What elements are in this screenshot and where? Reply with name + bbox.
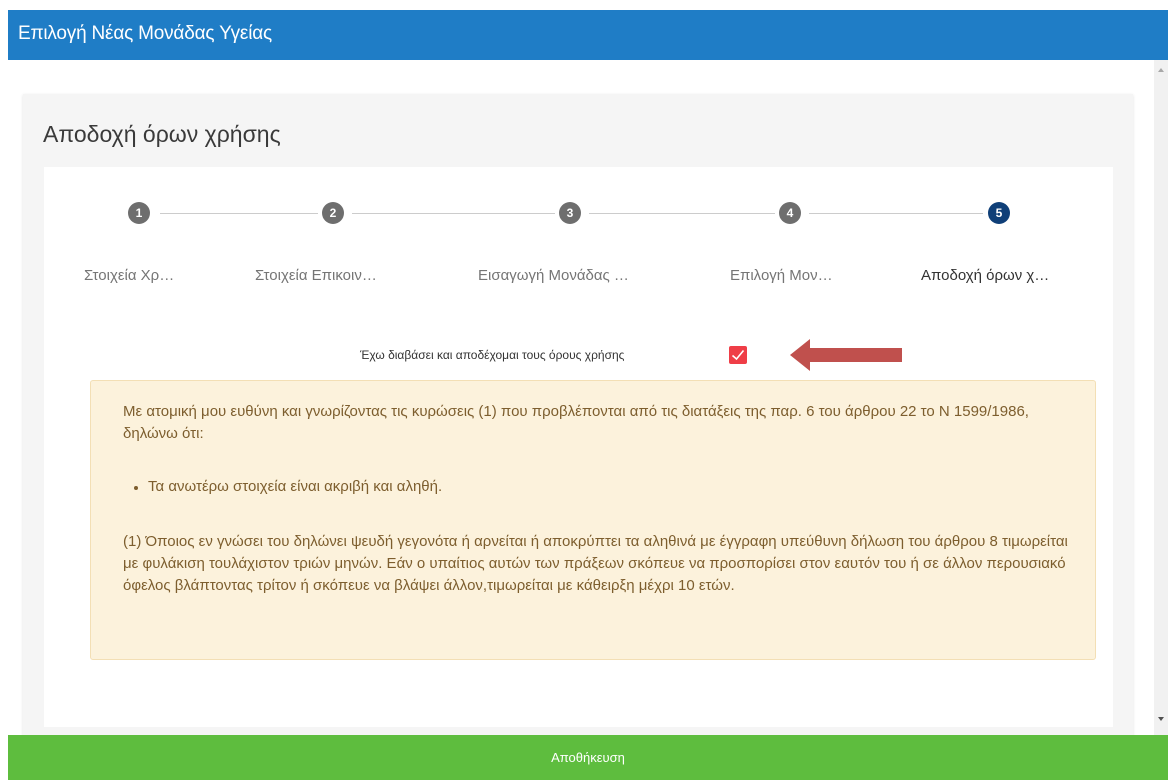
dialog-body: Αποδοχή όρων χρήσης 1 2 3 4 5 Στοιχεία Χ…	[8, 60, 1168, 735]
scroll-down-icon[interactable]	[1158, 717, 1164, 721]
step-4-indicator[interactable]: 4	[779, 202, 801, 224]
vertical-scrollbar[interactable]	[1154, 60, 1168, 735]
step-connector	[352, 213, 555, 214]
card-title: Αποδοχή όρων χρήσης	[43, 121, 281, 147]
step-5-indicator[interactable]: 5	[988, 202, 1010, 224]
checkmark-icon	[731, 349, 745, 361]
accept-terms-label: Έχω διαβάσει και αποδέχομαι τους όρους χ…	[360, 348, 625, 362]
terms-intro-text: Με ατομική μου ευθύνη και γνωρίζοντας τι…	[123, 403, 1029, 442]
step-2-label[interactable]: Στοιχεία Επικοιν…	[255, 267, 377, 284]
annotation-arrow-icon	[790, 339, 902, 371]
accept-terms-checkbox[interactable]	[729, 346, 747, 364]
scroll-up-icon[interactable]	[1158, 68, 1164, 72]
step-2-indicator[interactable]: 2	[322, 202, 344, 224]
terms-footnote-text: (1) Όποιος εν γνώσει του δηλώνει ψευδή γ…	[123, 533, 1068, 594]
save-button[interactable]: Αποθήκευση	[8, 735, 1168, 780]
terms-bullet-item: Τα ανωτέρω στοιχεία είναι ακριβή και αλη…	[134, 476, 443, 498]
bullet-icon	[134, 486, 138, 490]
step-4-label[interactable]: Επιλογή Μον…	[730, 267, 833, 284]
terms-notice: Με ατομική μου ευθύνη και γνωρίζοντας τι…	[90, 380, 1096, 660]
step-3-label[interactable]: Εισαγωγή Μονάδας …	[478, 267, 629, 284]
step-connector	[160, 213, 318, 214]
step-1-label[interactable]: Στοιχεία Χρ…	[84, 267, 174, 284]
step-1-indicator[interactable]: 1	[128, 202, 150, 224]
terms-card: Αποδοχή όρων χρήσης 1 2 3 4 5 Στοιχεία Χ…	[23, 94, 1133, 735]
step-connector	[589, 213, 775, 214]
dialog-header: Επιλογή Νέας Μονάδας Υγείας	[8, 10, 1168, 60]
dialog-title: Επιλογή Νέας Μονάδας Υγείας	[18, 23, 272, 44]
terms-bullet-text: Τα ανωτέρω στοιχεία είναι ακριβή και αλη…	[148, 478, 443, 495]
step-3-indicator[interactable]: 3	[559, 202, 581, 224]
step-5-label[interactable]: Αποδοχή όρων χ…	[921, 267, 1049, 284]
wizard-panel: 1 2 3 4 5 Στοιχεία Χρ… Στοιχεία Επικοιν……	[44, 167, 1113, 727]
step-connector	[809, 213, 983, 214]
